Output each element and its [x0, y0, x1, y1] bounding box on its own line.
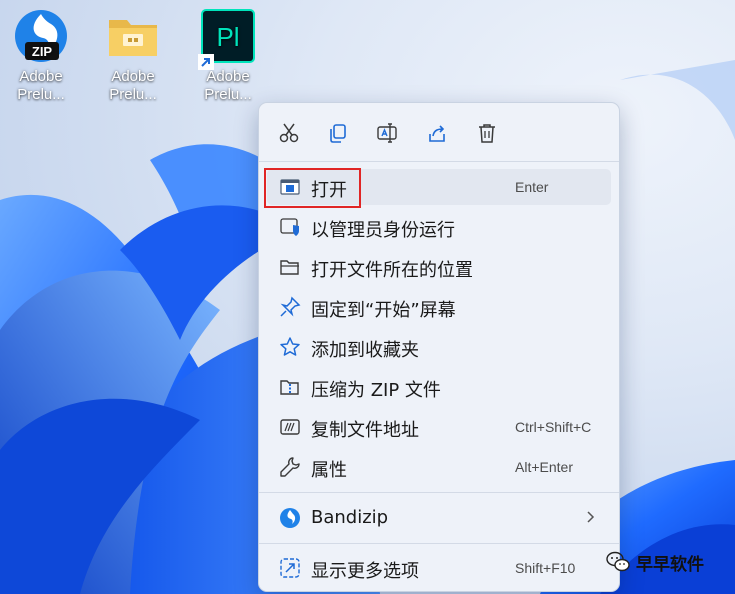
desktop-icon-2[interactable]: Adobe Prelu... [92, 8, 174, 104]
bandizip-zip-icon: ZIP [13, 8, 69, 64]
menu-item-open-file-location[interactable]: 打开文件所在的位置 [267, 249, 611, 285]
separator [259, 161, 619, 162]
desktop-icon-label-line1: Adobe [19, 68, 63, 85]
menu-item-shortcut: Shift+F10 [515, 560, 576, 576]
chevron-right-icon [587, 511, 595, 523]
wechat-icon [606, 551, 630, 572]
separator [259, 492, 619, 493]
folder-open-icon [280, 260, 299, 275]
svg-text:Pl: Pl [216, 22, 239, 52]
desktop-icon-label-line1: Adobe [206, 68, 250, 85]
rename-button[interactable] [373, 119, 401, 147]
cut-icon [279, 123, 299, 143]
copy-path-icon [280, 419, 300, 435]
menu-item-add-to-favorites[interactable]: 添加到收藏夹 [267, 329, 611, 365]
desktop-icon-label-line2: Prelu... [204, 86, 252, 103]
desktop-icon-label-line1: Adobe [111, 68, 155, 85]
menu-item-label: 属性 [311, 460, 347, 481]
menu-item-label: 固定到“开始”屏幕 [311, 300, 456, 321]
menu-item-label: 复制文件地址 [311, 420, 419, 441]
star-icon [280, 337, 300, 356]
wrench-icon [280, 457, 300, 477]
menu-toolbar [259, 103, 619, 161]
admin-shield-icon [280, 218, 299, 236]
watermark: 早早软件 [606, 548, 704, 576]
rename-icon [377, 123, 397, 143]
menu-item-bandizip[interactable]: Bandizip [267, 500, 611, 536]
more-options-icon [280, 558, 300, 578]
desktop-icon-3[interactable]: Pl Adobe Prelu... [187, 8, 269, 104]
menu-item-label: 压缩为 ZIP 文件 [311, 380, 441, 401]
cut-button[interactable] [275, 119, 303, 147]
delete-button[interactable] [473, 119, 501, 147]
adobe-prelude-icon: Pl [198, 8, 256, 70]
menu-item-label: 打开文件所在的位置 [311, 260, 473, 281]
zip-folder-icon [280, 380, 299, 395]
menu-item-label: 显示更多选项 [311, 561, 419, 582]
menu-item-shortcut: Alt+Enter [515, 459, 573, 475]
folder-icon [105, 8, 161, 64]
menu-item-label: 以管理员身份运行 [311, 220, 455, 241]
svg-text:ZIP: ZIP [32, 44, 53, 59]
menu-item-shortcut: Ctrl+Shift+C [515, 419, 592, 435]
copy-button[interactable] [324, 119, 352, 147]
desktop-icon-label-line2: Prelu... [109, 86, 157, 103]
desktop-icon-label-line2: Prelu... [17, 86, 65, 103]
pin-icon [280, 296, 301, 317]
menu-item-compress-zip[interactable]: 压缩为 ZIP 文件 [267, 369, 611, 405]
watermark-text: 早早软件 [636, 554, 704, 575]
menu-item-shortcut: Enter [515, 179, 549, 195]
delete-icon [479, 124, 495, 143]
copy-icon [330, 124, 346, 143]
menu-item-copy-file-path[interactable]: 复制文件地址 Ctrl+Shift+C [267, 409, 611, 445]
desktop-icon-1[interactable]: ZIP Adobe Prelu... [0, 8, 82, 104]
menu-item-label: 添加到收藏夹 [311, 340, 419, 361]
share-icon [429, 125, 445, 142]
share-button[interactable] [423, 119, 451, 147]
menu-item-pin-to-start[interactable]: 固定到“开始”屏幕 [267, 289, 611, 325]
menu-item-run-as-admin[interactable]: 以管理员身份运行 [267, 209, 611, 245]
menu-item-properties[interactable]: 属性 Alt+Enter [267, 449, 611, 485]
highlight-box [264, 168, 361, 208]
bandizip-icon [280, 508, 300, 528]
separator [259, 543, 619, 544]
shortcut-arrow-icon [198, 54, 214, 70]
menu-item-label: Bandizip [311, 507, 389, 528]
menu-item-show-more-options[interactable]: 显示更多选项 Shift+F10 [267, 550, 611, 586]
